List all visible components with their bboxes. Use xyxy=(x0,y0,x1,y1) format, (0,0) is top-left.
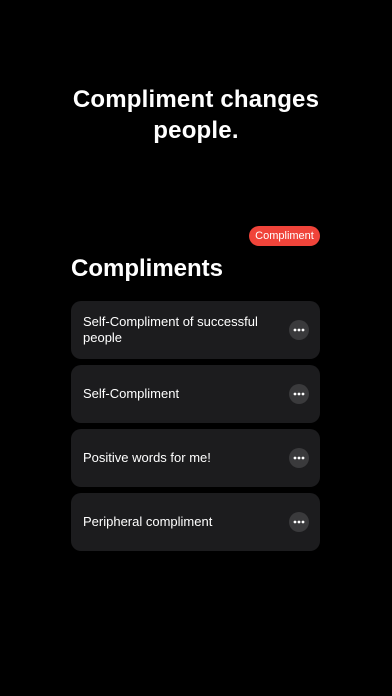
list-item-positive-words[interactable]: Positive words for me! xyxy=(71,429,320,487)
list-item-self-compliment[interactable]: Self-Compliment xyxy=(71,365,320,423)
list-item-label: Self-Compliment of successful people xyxy=(83,314,258,345)
list-item-self-compliment-successful-people[interactable]: Self-Compliment of successful people xyxy=(71,301,320,359)
more-horizontal-icon xyxy=(293,456,305,460)
more-horizontal-icon xyxy=(293,328,305,332)
more-options-button[interactable] xyxy=(289,384,309,404)
more-options-button[interactable] xyxy=(289,320,309,340)
list-item-label: Self-Compliment xyxy=(83,386,180,401)
list-item-peripheral-compliment[interactable]: Peripheral compliment xyxy=(71,493,320,551)
list-item-label: Peripheral compliment xyxy=(83,514,213,529)
section-title: Compliments xyxy=(71,255,224,282)
more-horizontal-icon xyxy=(293,520,305,524)
more-horizontal-icon xyxy=(293,392,305,396)
more-options-button[interactable] xyxy=(289,512,309,532)
more-options-button[interactable] xyxy=(289,448,309,468)
compliment-list: Self-Compliment of successful people Sel… xyxy=(71,301,320,557)
hero-headline-line-2: people. xyxy=(153,117,239,144)
hero-headline-line-1: Compliment changes xyxy=(72,86,320,113)
list-item-label: Positive words for me! xyxy=(83,450,211,465)
compliment-badge[interactable]: Compliment xyxy=(249,226,320,246)
hero-headline: Compliment changes people. xyxy=(0,84,392,146)
